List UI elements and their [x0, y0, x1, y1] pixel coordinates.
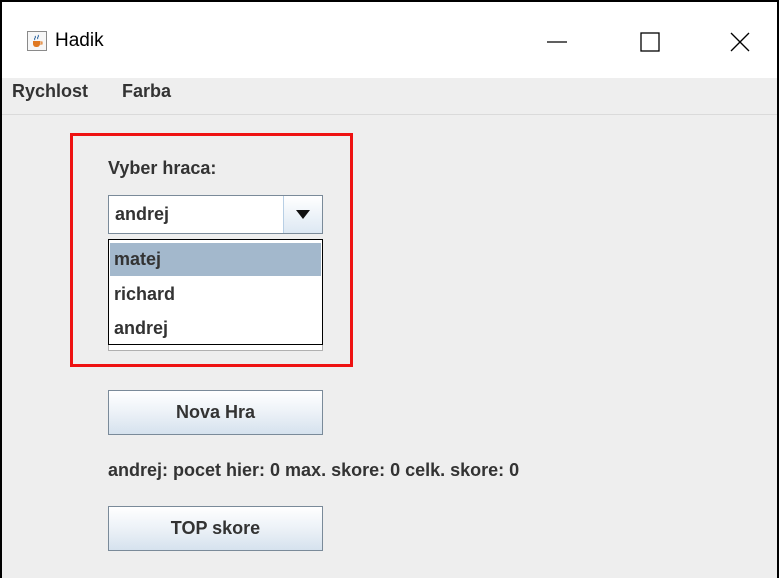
app-window: Hadik Rychlost Farba Vyber hraca: andrej — [0, 0, 779, 578]
title-bar[interactable]: Hadik — [2, 2, 777, 78]
window-title: Hadik — [55, 30, 104, 51]
player-combobox[interactable]: andrej — [108, 195, 323, 234]
player-select-label: Vyber hraca: — [108, 158, 217, 178]
dropdown-option-andrej[interactable]: andrej — [110, 312, 321, 345]
maximize-button[interactable] — [620, 16, 680, 68]
menu-bar — [2, 78, 777, 115]
minimize-icon — [547, 41, 567, 43]
minimize-button[interactable] — [527, 16, 587, 68]
close-button[interactable] — [710, 16, 770, 68]
player-dropdown-list: matej richard andrej — [108, 239, 323, 345]
chevron-down-icon — [296, 210, 310, 219]
top-score-button[interactable]: TOP skore — [108, 506, 323, 551]
menu-farba[interactable]: Farba — [122, 81, 171, 102]
menu-rychlost[interactable]: Rychlost — [12, 81, 88, 102]
player-stats-text: andrej: pocet hier: 0 max. skore: 0 celk… — [108, 460, 520, 480]
java-cup-icon — [27, 31, 47, 51]
close-icon — [730, 32, 750, 52]
maximize-icon — [640, 32, 660, 52]
new-game-button[interactable]: Nova Hra — [108, 390, 323, 435]
dropdown-shadow — [108, 345, 323, 351]
combobox-selected-value: andrej — [115, 204, 170, 224]
dropdown-option-richard[interactable]: richard — [110, 278, 321, 311]
combobox-arrow-button[interactable] — [283, 196, 322, 233]
dropdown-option-matej[interactable]: matej — [110, 243, 321, 276]
